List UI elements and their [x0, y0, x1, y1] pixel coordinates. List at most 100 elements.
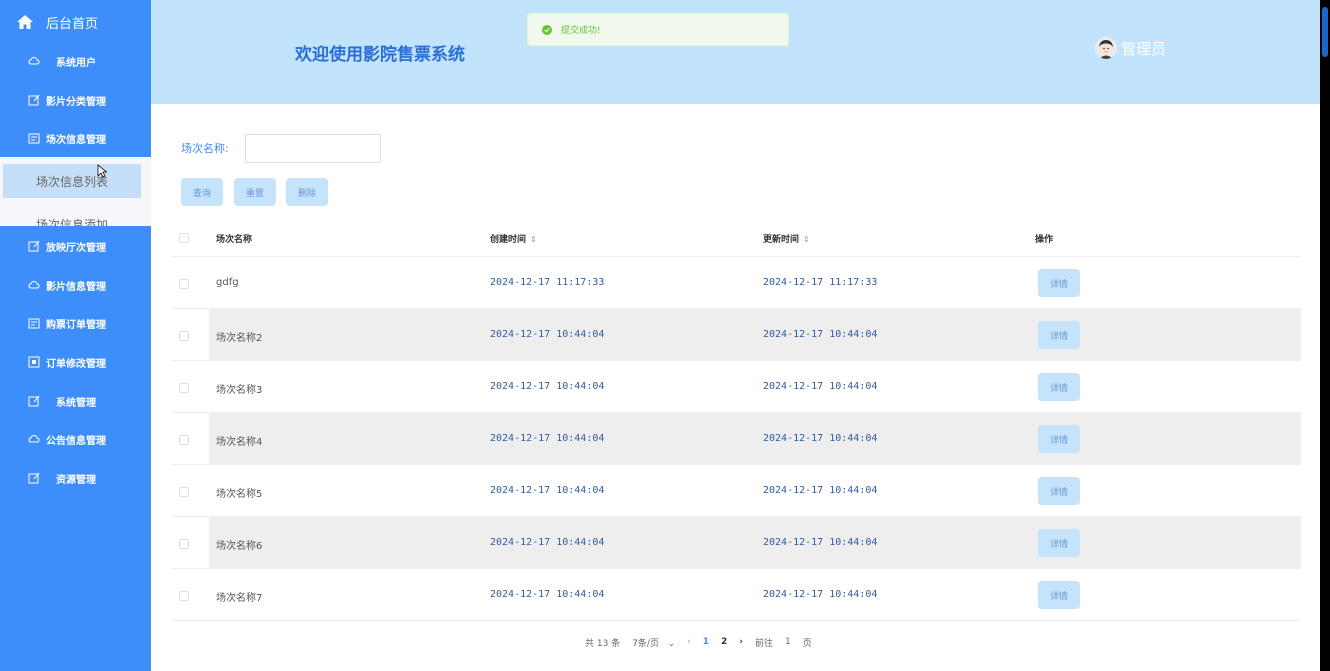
- row-stripe: [209, 309, 1301, 360]
- cell-created: 2024-12-17 10:44:04: [490, 537, 605, 548]
- detail-button[interactable]: 详情: [1038, 581, 1080, 609]
- doc-icon: [28, 318, 40, 329]
- column-header-label: 创建时间: [490, 235, 527, 245]
- sidebar-item-resources[interactable]: 资源管理: [0, 459, 151, 497]
- sidebar-item-film-category[interactable]: 影片分类管理: [0, 81, 151, 119]
- sidebar-item-film-info[interactable]: 影片信息管理: [0, 266, 151, 304]
- column-header-name: 场次名称: [216, 235, 253, 245]
- row-checkbox[interactable]: [179, 435, 189, 445]
- success-toast: 提交成功!: [527, 13, 789, 46]
- submenu-item-session-add[interactable]: 场次信息添加: [3, 207, 141, 227]
- detail-button[interactable]: 详情: [1038, 321, 1080, 349]
- goto-page-input[interactable]: 1: [785, 637, 791, 647]
- row-checkbox[interactable]: [179, 539, 189, 549]
- sidebar-item-session-info[interactable]: 场次信息管理: [0, 119, 151, 157]
- sidebar: 后台首页 系统用户 影片分类管理 场次信息管理 场次信息列表 场次信息添加 放映…: [0, 0, 151, 671]
- sidebar-item-label: 场次信息管理: [46, 134, 106, 146]
- sidebar-item-ticket-orders[interactable]: 购票订单管理: [0, 304, 151, 342]
- prev-page-icon[interactable]: ‹: [687, 637, 691, 647]
- row-checkbox[interactable]: [179, 487, 189, 497]
- cell-updated: 2024-12-17 11:17:33: [763, 277, 878, 288]
- header: 欢迎使用影院售票系统 提交成功! 管理员: [151, 0, 1320, 104]
- column-header-action: 操作: [1035, 235, 1054, 245]
- app-window: 后台首页 系统用户 影片分类管理 场次信息管理 场次信息列表 场次信息添加 放映…: [0, 0, 1320, 671]
- detail-button[interactable]: 详情: [1038, 529, 1080, 557]
- reset-button[interactable]: 重置: [234, 178, 276, 206]
- goto-prefix: 前往: [754, 638, 773, 649]
- column-header-created[interactable]: 创建时间 ⇕: [490, 232, 537, 245]
- row-stripe: [209, 517, 1301, 568]
- sort-icon[interactable]: ⇕: [530, 235, 537, 244]
- scrollbar-thumb[interactable]: [1322, 7, 1328, 57]
- detail-button[interactable]: 详情: [1038, 269, 1080, 297]
- session-table: 场次名称 创建时间 ⇕ 更新时间 ⇕ 操作 gdfg 2024-12-17 11:1…: [171, 216, 1301, 621]
- cell-created: 2024-12-17 10:44:04: [490, 329, 605, 340]
- cell-updated: 2024-12-17 10:44:04: [763, 433, 878, 444]
- square-icon: [28, 356, 40, 368]
- cell-name: 场次名称5: [216, 489, 263, 500]
- cloud-icon: [28, 56, 40, 65]
- home-icon: [17, 15, 33, 29]
- sidebar-brand[interactable]: 后台首页: [16, 11, 98, 33]
- table-row: 场次名称5 2024-12-17 10:44:04 2024-12-17 10:…: [171, 465, 1301, 517]
- delete-button[interactable]: 删除: [286, 178, 328, 206]
- table-row: gdfg 2024-12-17 11:17:33 2024-12-17 11:1…: [171, 257, 1301, 309]
- sidebar-item-order-modify[interactable]: 订单修改管理: [0, 343, 151, 381]
- page-size-select[interactable]: 7条/页 ⌄: [632, 636, 675, 649]
- cell-created: 2024-12-17 11:17:33: [490, 277, 605, 288]
- cell-created: 2024-12-17 10:44:04: [490, 589, 605, 600]
- chevron-down-icon: ⌄: [667, 638, 676, 649]
- cell-updated: 2024-12-17 10:44:04: [763, 329, 878, 340]
- sidebar-item-system-manage[interactable]: 系统管理: [0, 382, 151, 420]
- column-header-updated[interactable]: 更新时间 ⇕: [763, 232, 810, 245]
- check-circle-icon: [542, 24, 552, 35]
- table-row: 场次名称4 2024-12-17 10:44:04 2024-12-17 10:…: [171, 413, 1301, 465]
- page-number-2[interactable]: 2: [721, 637, 727, 647]
- table-row: 场次名称7 2024-12-17 10:44:04 2024-12-17 10:…: [171, 569, 1301, 621]
- table-row: 场次名称2 2024-12-17 10:44:04 2024-12-17 10:…: [171, 309, 1301, 361]
- sidebar-item-notice[interactable]: 公告信息管理: [0, 420, 151, 458]
- avatar: [1095, 37, 1117, 59]
- edit-icon: [28, 240, 40, 252]
- column-header-label: 更新时间: [763, 235, 800, 245]
- edit-icon: [28, 472, 40, 484]
- submenu-item-session-list[interactable]: 场次信息列表: [3, 164, 141, 198]
- goto-suffix: 页: [802, 638, 812, 649]
- row-checkbox[interactable]: [179, 383, 189, 393]
- sidebar-item-hall[interactable]: 放映厅次管理: [0, 227, 151, 265]
- table-row: 场次名称3 2024-12-17 10:44:04 2024-12-17 10:…: [171, 361, 1301, 413]
- user-menu[interactable]: 管理员: [1095, 37, 1166, 59]
- scrollbar[interactable]: [1320, 0, 1330, 671]
- sidebar-item-system-users[interactable]: 系统用户: [0, 42, 151, 80]
- sort-icon[interactable]: ⇕: [803, 235, 810, 244]
- select-all-checkbox[interactable]: [179, 233, 189, 243]
- cell-name: gdfg: [216, 277, 239, 288]
- sidebar-item-label: 放映厅次管理: [46, 242, 106, 254]
- page-number-1[interactable]: 1: [703, 637, 709, 647]
- cell-name: 场次名称4: [216, 437, 263, 448]
- cell-updated: 2024-12-17 10:44:04: [763, 381, 878, 392]
- sidebar-item-label: 订单修改管理: [46, 358, 106, 370]
- page-size-value: 7条/页: [632, 638, 659, 649]
- query-button[interactable]: 查询: [181, 178, 223, 206]
- user-name: 管理员: [1121, 39, 1167, 58]
- cell-updated: 2024-12-17 10:44:04: [763, 537, 878, 548]
- detail-button[interactable]: 详情: [1038, 425, 1080, 453]
- row-checkbox[interactable]: [179, 331, 189, 341]
- sidebar-item-label: 影片信息管理: [46, 281, 106, 293]
- next-page-icon[interactable]: ›: [739, 637, 743, 647]
- edit-icon: [28, 395, 40, 407]
- cell-name: 场次名称3: [216, 385, 263, 396]
- pagination-total: 共 13 条: [585, 638, 621, 649]
- sidebar-item-label: 系统管理: [56, 397, 96, 409]
- row-checkbox[interactable]: [179, 279, 189, 289]
- detail-button[interactable]: 详情: [1038, 477, 1080, 505]
- row-checkbox[interactable]: [179, 591, 189, 601]
- detail-button[interactable]: 详情: [1038, 373, 1080, 401]
- row-stripe: [209, 413, 1301, 464]
- sidebar-item-label: 资源管理: [56, 474, 96, 486]
- cell-name: 场次名称2: [216, 333, 263, 344]
- pagination: 共 13 条 7条/页 ⌄ ‹ 1 2 › 前往 1 页: [585, 636, 824, 649]
- session-name-input[interactable]: [245, 134, 381, 163]
- session-submenu: 场次信息列表 场次信息添加: [0, 157, 151, 226]
